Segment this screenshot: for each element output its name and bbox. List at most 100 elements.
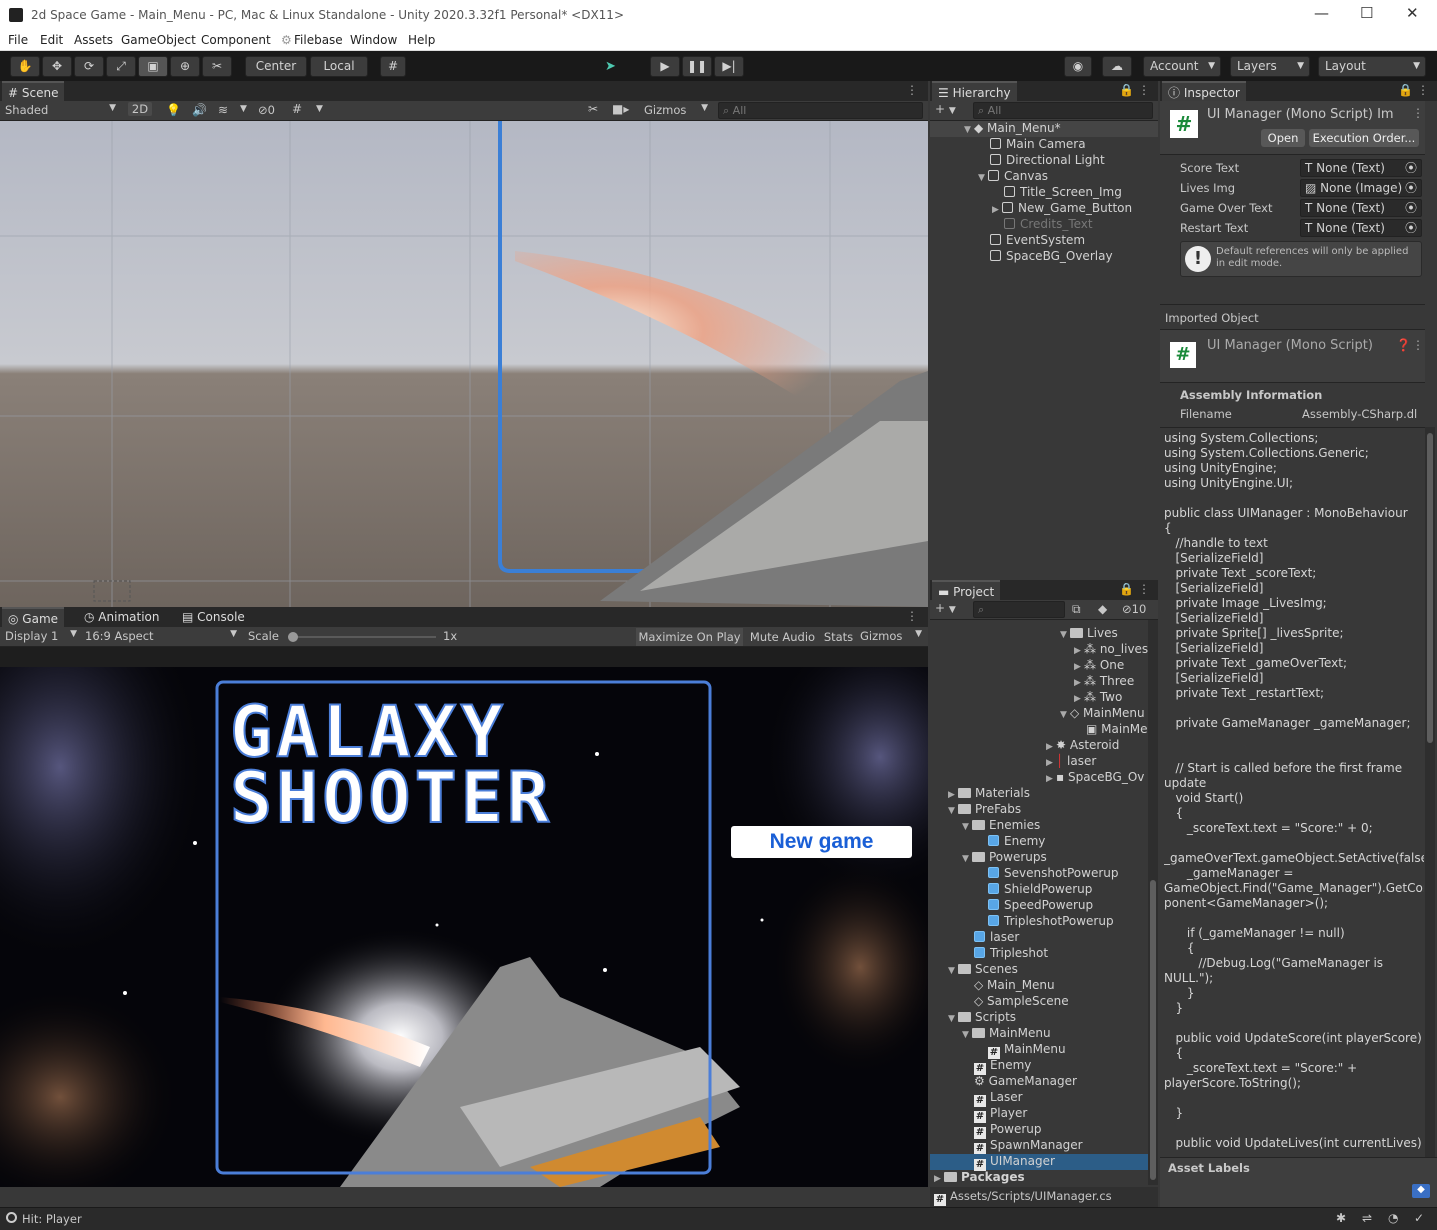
inspector-kebab-icon[interactable]: ⋮	[1417, 83, 1429, 97]
collab-icon[interactable]: ◉	[1064, 56, 1092, 77]
project-item[interactable]: ⚙ GameManager	[974, 1074, 1077, 1088]
help-icon[interactable]: ❓	[1396, 338, 1411, 352]
project-item[interactable]: SevenshotPowerup	[988, 866, 1119, 880]
hierarchy-scene-row[interactable]: ▼ ◆ Main_Menu*	[930, 121, 1158, 137]
imported-kebab-icon[interactable]: ⋮	[1412, 338, 1424, 352]
project-item[interactable]: ▼ Powerups	[962, 850, 1047, 864]
project-lock-icon[interactable]: 🔒	[1119, 582, 1134, 596]
scene-view[interactable]	[0, 121, 928, 607]
project-item[interactable]: ▶ Packages	[934, 1170, 1025, 1184]
display-dropdown[interactable]: Display 1 ▼	[5, 629, 79, 643]
move-tool-icon[interactable]: ✥	[42, 56, 72, 77]
filter-type-icon[interactable]: ⧉	[1072, 602, 1081, 617]
pivot-center-button[interactable]: Center	[245, 56, 307, 77]
inspector-lock-icon[interactable]: 🔒	[1398, 83, 1413, 97]
rect-tool-icon[interactable]: ▣	[138, 56, 168, 77]
scale-slider[interactable]	[288, 632, 436, 642]
menu-component[interactable]: Component	[201, 33, 271, 47]
mode-2d-toggle[interactable]: 2D	[128, 102, 152, 116]
project-item[interactable]: ▼ Scripts	[948, 1010, 1016, 1024]
hierarchy-item[interactable]: ▶ New_Game_Button	[992, 201, 1132, 215]
project-item[interactable]: ▶ ⁂ Three	[1074, 674, 1134, 688]
open-button[interactable]: Open	[1261, 129, 1305, 147]
menu-assets[interactable]: Assets	[74, 33, 113, 47]
project-item[interactable]: ▼ ◇ MainMenu	[1060, 706, 1145, 720]
layers-dropdown[interactable]: Layers ▼	[1230, 56, 1310, 77]
project-item[interactable]: ShieldPowerup	[988, 882, 1092, 896]
grid-snap-icon[interactable]: #	[380, 56, 406, 77]
cloud-icon[interactable]: ☁	[1102, 56, 1132, 77]
project-item[interactable]: Enemy	[988, 834, 1045, 848]
hierarchy-item[interactable]: ▼ Canvas	[978, 169, 1048, 183]
menu-help[interactable]: Help	[408, 33, 435, 47]
project-item[interactable]: ▶ ✸ Asteroid	[1046, 738, 1119, 752]
project-item[interactable]: # Laser	[974, 1090, 1023, 1107]
hidden-packages-toggle[interactable]: ⊘10	[1122, 602, 1146, 616]
tab-scene[interactable]: # Scene	[2, 81, 65, 101]
project-item[interactable]: ▼ Enemies	[962, 818, 1040, 832]
close-button[interactable]: ✕	[1406, 4, 1419, 22]
project-item[interactable]: SpeedPowerup	[988, 898, 1093, 912]
project-item-selected[interactable]: # UIManager	[930, 1154, 1148, 1171]
project-item[interactable]: ▶ ⁂ One	[1074, 658, 1124, 672]
project-item[interactable]: ◇ Main_Menu	[974, 978, 1055, 992]
project-item[interactable]: # Enemy	[974, 1058, 1031, 1075]
hierarchy-item[interactable]: EventSystem	[990, 233, 1085, 247]
tools-icon[interactable]: ✂	[588, 102, 598, 116]
tab-hierarchy[interactable]: ☰ Hierarchy	[932, 81, 1017, 101]
project-item[interactable]: # Powerup	[974, 1122, 1042, 1139]
effects-icon[interactable]: ≋	[218, 103, 228, 117]
project-scrollbar[interactable]	[1148, 620, 1158, 1185]
project-item[interactable]: ▶ Materials	[948, 786, 1030, 800]
score-text-field[interactable]: T None (Text) ⦿	[1300, 159, 1422, 177]
hierarchy-lock-icon[interactable]: 🔒	[1119, 83, 1134, 97]
tab-inspector[interactable]: ⓘ Inspector	[1162, 81, 1246, 101]
hand-tool-icon[interactable]: ✋	[10, 56, 40, 77]
progress-icon[interactable]: ◔	[1388, 1211, 1398, 1225]
game-view[interactable]: GALAXY SHOOTER New game	[0, 667, 928, 1187]
menu-filebase[interactable]: Filebase	[294, 33, 343, 47]
project-item[interactable]: ▼ MainMenu	[962, 1026, 1051, 1040]
minimize-button[interactable]: —	[1314, 4, 1329, 22]
aspect-dropdown[interactable]: 16:9 Aspect ▼	[85, 629, 239, 643]
step-button[interactable]: ▶|	[714, 56, 744, 77]
project-search-input[interactable]: ⌕	[973, 601, 1065, 618]
project-item[interactable]: laser	[974, 930, 1019, 944]
project-item[interactable]: ▶ ▪ SpaceBG_Ov	[1046, 770, 1144, 784]
project-item[interactable]: ▼ PreFabs	[948, 802, 1021, 816]
project-item[interactable]: TripleshotPowerup	[988, 914, 1114, 928]
project-item[interactable]: # Player	[974, 1106, 1027, 1123]
effects-dropdown-icon[interactable]: ▼	[240, 104, 247, 114]
project-item[interactable]: Tripleshot	[974, 946, 1048, 960]
filter-label-icon[interactable]: ◆	[1098, 602, 1107, 616]
shading-dropdown[interactable]: Shaded ▼	[5, 103, 120, 117]
lives-img-field[interactable]: ▨ None (Image) ⦿	[1300, 179, 1422, 197]
project-item[interactable]: # MainMenu	[988, 1042, 1066, 1059]
pivot-local-button[interactable]: Local	[310, 56, 368, 77]
header-kebab-icon[interactable]: ⋮	[1412, 106, 1424, 120]
custom-tool-icon[interactable]: ✂	[202, 56, 232, 77]
label-tag-icon[interactable]: ◆	[1412, 1184, 1430, 1198]
project-item[interactable]: ◇ SampleScene	[974, 994, 1069, 1008]
hierarchy-add-button[interactable]: + ▼	[935, 102, 956, 116]
object-picker-icon[interactable]: ⦿	[1405, 220, 1417, 236]
scene-kebab-icon[interactable]: ⋮	[906, 83, 918, 97]
hidden-objects-toggle[interactable]: ⊘0	[258, 103, 275, 117]
project-item[interactable]: ▼ Scenes	[948, 962, 1018, 976]
menu-window[interactable]: Window	[350, 33, 397, 47]
project-item[interactable]: ▶ │ laser	[1046, 754, 1096, 768]
new-game-button[interactable]: New game	[731, 826, 912, 858]
scale-tool-icon[interactable]: ⤢	[106, 56, 136, 77]
scene-search-input[interactable]: ⌕ All	[718, 102, 923, 119]
restart-text-field[interactable]: T None (Text) ⦿	[1300, 219, 1422, 237]
scale-slider-thumb[interactable]	[288, 632, 298, 642]
tab-animation[interactable]: ◷ Animation	[78, 607, 165, 627]
project-item[interactable]: ▼ Lives	[1060, 626, 1118, 640]
object-picker-icon[interactable]: ⦿	[1405, 180, 1417, 196]
hierarchy-item[interactable]: SpaceBG_Overlay	[990, 249, 1113, 263]
menu-edit[interactable]: Edit	[40, 33, 63, 47]
stats-toggle[interactable]: Stats	[821, 628, 856, 646]
camera-icon[interactable]: ■▸	[612, 102, 629, 116]
project-item[interactable]: # SpawnManager	[974, 1138, 1083, 1155]
check-icon[interactable]: ✓	[1414, 1211, 1424, 1225]
